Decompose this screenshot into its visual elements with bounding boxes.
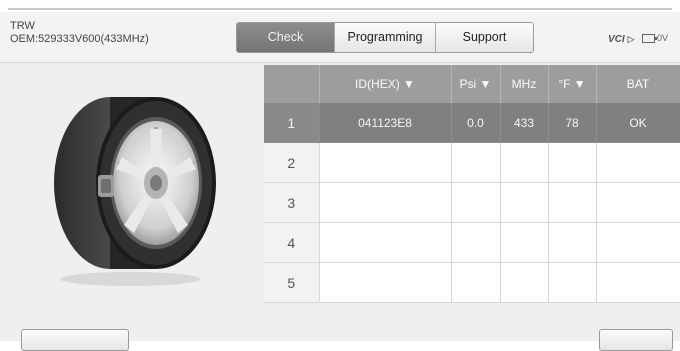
content-area: ID(HEX) ▼ Psi ▼ MHz °F ▼ BAT 1 041123E8 … bbox=[0, 63, 680, 341]
sensor-mhz bbox=[500, 222, 549, 263]
vehicle-info: TRW OEM:529333V600(433MHz) bbox=[10, 20, 149, 46]
vehicle-make: TRW bbox=[10, 20, 35, 32]
sensor-mhz: 433 bbox=[500, 103, 549, 143]
sensor-bat bbox=[596, 182, 680, 223]
sensor-mhz bbox=[500, 142, 549, 183]
vci-label: VCI bbox=[608, 34, 625, 45]
sensor-table: ID(HEX) ▼ Psi ▼ MHz °F ▼ BAT 1 041123E8 … bbox=[264, 65, 680, 303]
sensor-psi: 0.0 bbox=[451, 103, 501, 143]
tire-icon bbox=[54, 97, 216, 286]
col-header-index bbox=[264, 65, 320, 103]
row-index: 4 bbox=[264, 222, 320, 263]
sensor-bat: OK bbox=[596, 103, 680, 143]
row-index: 1 bbox=[264, 103, 320, 143]
table-row[interactable]: 5 bbox=[264, 262, 680, 303]
row-index: 3 bbox=[264, 182, 320, 223]
table-header-row: ID(HEX) ▼ Psi ▼ MHz °F ▼ BAT bbox=[264, 65, 680, 103]
col-header-bat: BAT bbox=[596, 65, 680, 103]
oem-part-number: OEM:529333V600(433MHz) bbox=[10, 33, 149, 45]
top-edge bbox=[0, 0, 680, 12]
bottom-left-button[interactable] bbox=[21, 329, 129, 351]
vci-connection-icon: ▷ bbox=[627, 34, 635, 44]
col-header-temp[interactable]: °F ▼ bbox=[548, 65, 597, 103]
sensor-id bbox=[319, 142, 452, 183]
sensor-id bbox=[319, 262, 452, 303]
table-row[interactable]: 1 041123E8 0.0 433 78 OK bbox=[264, 103, 680, 143]
tab-bar: Check Programming Support bbox=[236, 22, 534, 53]
sensor-psi bbox=[451, 222, 501, 263]
sensor-bat bbox=[596, 222, 680, 263]
tab-programming[interactable]: Programming bbox=[334, 23, 435, 52]
sensor-mhz bbox=[500, 182, 549, 223]
battery-status: 0V bbox=[642, 33, 668, 43]
table-row[interactable]: 4 bbox=[264, 222, 680, 263]
col-header-mhz: MHz bbox=[500, 65, 549, 103]
sensor-psi bbox=[451, 142, 501, 183]
sensor-psi bbox=[451, 182, 501, 223]
battery-icon bbox=[642, 33, 657, 43]
header-bar: TRW OEM:529333V600(433MHz) Check Program… bbox=[0, 12, 680, 63]
sensor-temp: 78 bbox=[548, 103, 597, 143]
sensor-temp bbox=[548, 262, 597, 303]
sensor-temp bbox=[548, 222, 597, 263]
battery-voltage: 0V bbox=[657, 33, 669, 43]
sensor-id: 041123E8 bbox=[319, 103, 452, 143]
table-row[interactable]: 2 bbox=[264, 142, 680, 183]
sensor-temp bbox=[548, 182, 597, 223]
col-header-id[interactable]: ID(HEX) ▼ bbox=[319, 65, 452, 103]
vci-status: VCI ▷ bbox=[608, 34, 634, 45]
tab-support[interactable]: Support bbox=[435, 23, 533, 52]
row-index: 2 bbox=[264, 142, 320, 183]
sensor-mhz bbox=[500, 262, 549, 303]
sensor-temp bbox=[548, 142, 597, 183]
sensor-bat bbox=[596, 142, 680, 183]
row-index: 5 bbox=[264, 262, 320, 303]
sensor-id bbox=[319, 222, 452, 263]
sensor-psi bbox=[451, 262, 501, 303]
tire-image bbox=[38, 83, 228, 288]
bottom-right-button[interactable] bbox=[599, 329, 673, 351]
table-row[interactable]: 3 bbox=[264, 182, 680, 223]
tab-check[interactable]: Check bbox=[237, 23, 334, 52]
sensor-bat bbox=[596, 262, 680, 303]
col-header-psi[interactable]: Psi ▼ bbox=[451, 65, 501, 103]
top-rule bbox=[8, 8, 672, 10]
sensor-id bbox=[319, 182, 452, 223]
